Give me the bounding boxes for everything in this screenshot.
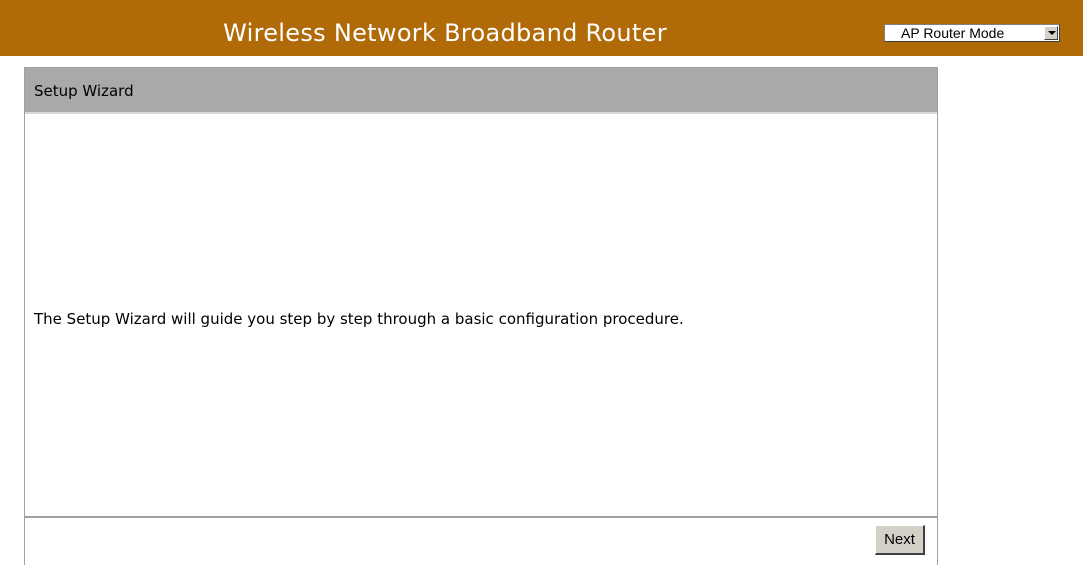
panel-body: The Setup Wizard will guide you step by … bbox=[25, 114, 937, 518]
page-title: Wireless Network Broadband Router bbox=[223, 19, 667, 47]
setup-wizard-panel: Setup Wizard The Setup Wizard will guide… bbox=[24, 67, 938, 565]
router-mode-select[interactable]: AP Router Mode bbox=[884, 24, 1060, 42]
router-mode-value: AP Router Mode bbox=[901, 25, 1005, 41]
top-banner: Wireless Network Broadband Router AP Rou… bbox=[0, 0, 1083, 56]
panel-footer: Next bbox=[25, 518, 937, 566]
next-button[interactable]: Next bbox=[875, 525, 925, 555]
panel-title: Setup Wizard bbox=[34, 82, 134, 100]
wizard-description: The Setup Wizard will guide you step by … bbox=[34, 310, 684, 328]
chevron-down-icon[interactable] bbox=[1044, 26, 1058, 40]
panel-header: Setup Wizard bbox=[25, 68, 937, 114]
